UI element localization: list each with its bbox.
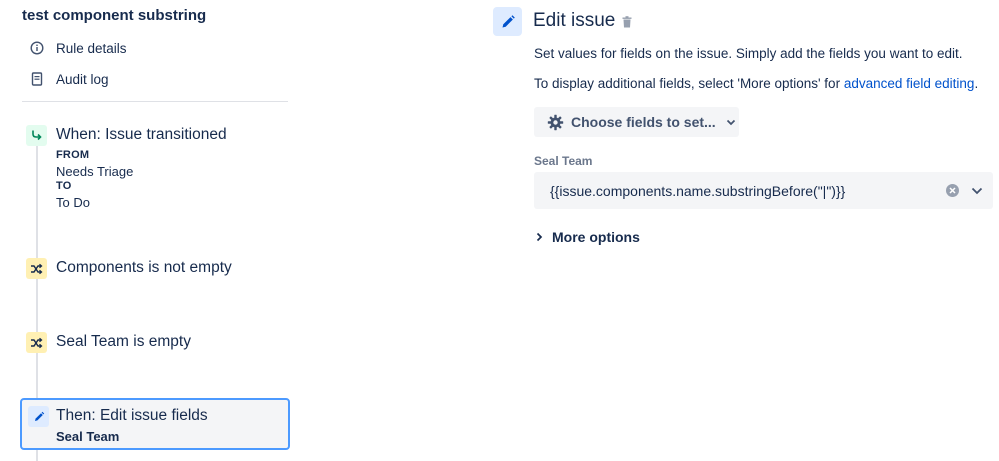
step-condition-seal-team[interactable]: Seal Team is empty	[22, 332, 290, 356]
trigger-label: When: Issue transitioned	[56, 126, 227, 143]
nav-audit-log[interactable]: Audit log	[30, 68, 109, 90]
transition-icon	[26, 125, 47, 146]
shuffle-icon	[26, 258, 47, 279]
seal-team-field-label: Seal Team	[534, 154, 593, 168]
chevron-down-icon	[726, 117, 736, 127]
trigger-details: FROM Needs Triage TO To Do	[56, 148, 133, 210]
gear-icon	[547, 114, 564, 131]
chevron-right-icon	[534, 231, 544, 243]
trigger-from-value: Needs Triage	[56, 163, 134, 179]
trash-icon[interactable]	[621, 15, 633, 28]
edit-issue-panel: Edit issue Set values for fields on the …	[490, 0, 999, 461]
info-icon	[30, 41, 44, 55]
action-label: Then: Edit issue fields	[56, 407, 208, 424]
trigger-from-key: FROM	[56, 149, 90, 161]
more-options-label: More options	[552, 229, 640, 245]
rule-sidebar: test component substring Rule details Au…	[0, 0, 300, 461]
seal-team-field-value: {{issue.components.name.substringBefore(…	[550, 182, 846, 199]
description-line-2: To display additional fields, select 'Mo…	[534, 76, 978, 91]
nav-rule-details-label: Rule details	[56, 40, 127, 56]
description-line-2-text: To display additional fields, select 'Mo…	[534, 76, 844, 91]
step-condition-components[interactable]: Components is not empty	[22, 258, 290, 282]
more-options-toggle[interactable]: More options	[534, 227, 640, 247]
shuffle-icon	[26, 332, 47, 353]
rule-title: test component substring	[22, 7, 207, 24]
nav-rule-details[interactable]: Rule details	[30, 37, 127, 59]
document-icon	[30, 72, 44, 86]
advanced-field-editing-link[interactable]: advanced field editing	[844, 76, 975, 91]
choose-fields-button[interactable]: Choose fields to set...	[534, 107, 739, 137]
description-line-2-suffix: .	[974, 76, 979, 91]
seal-team-field[interactable]: {{issue.components.name.substringBefore(…	[534, 172, 993, 209]
nav-audit-log-label: Audit log	[56, 71, 109, 87]
pencil-icon	[28, 406, 49, 427]
divider	[22, 101, 288, 102]
condition-seal-team-label: Seal Team is empty	[56, 333, 191, 350]
step-action-edit-issue[interactable]: Then: Edit issue fields Seal Team	[20, 398, 290, 450]
pencil-icon	[493, 7, 522, 36]
chevron-down-icon[interactable]	[970, 184, 984, 198]
trigger-to-key: TO	[56, 180, 72, 192]
trigger-to-value: To Do	[56, 194, 90, 210]
page-title: Edit issue	[533, 10, 616, 31]
action-sub-label: Seal Team	[56, 429, 120, 444]
condition-components-label: Components is not empty	[56, 259, 232, 276]
choose-fields-label: Choose fields to set...	[571, 114, 716, 130]
clear-icon[interactable]	[946, 184, 959, 197]
description-line-1: Set values for fields on the issue. Simp…	[534, 46, 963, 61]
step-trigger[interactable]: When: Issue transitioned FROM Needs Tria…	[22, 125, 290, 215]
